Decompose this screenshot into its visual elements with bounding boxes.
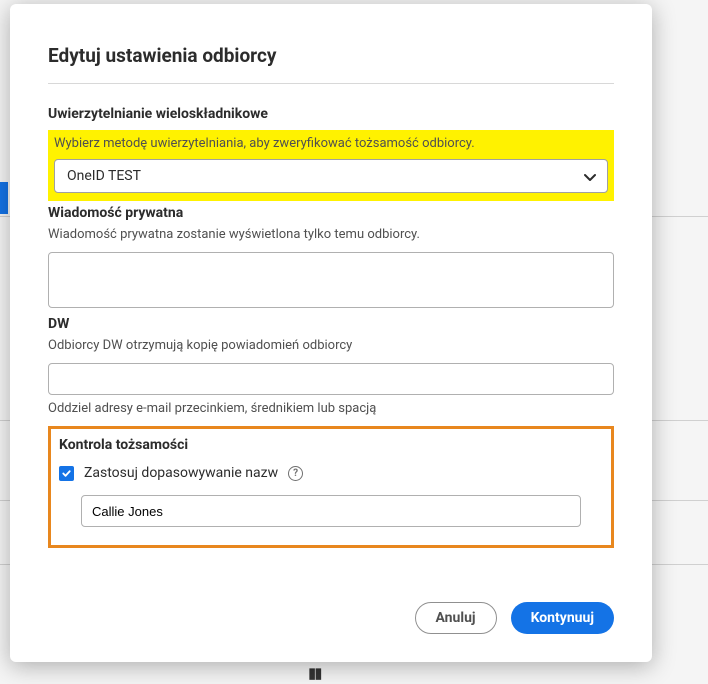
name-matching-checkbox-row: Zastosuj dopasowywanie nazw ? [59, 465, 603, 481]
name-matching-checkbox[interactable] [59, 466, 74, 481]
bg-decorative-figure: ▮▮ [308, 664, 321, 682]
cancel-button[interactable]: Anuluj [415, 602, 497, 634]
cc-hint: Odbiorcy DW otrzymują kopię powiadomień … [48, 338, 614, 353]
cc-section-label: DW [48, 316, 614, 332]
private-message-textarea[interactable] [48, 252, 614, 308]
private-msg-section-label: Wiadomość prywatna [48, 205, 614, 221]
private-msg-hint: Wiadomość prywatna zostanie wyświetlona … [48, 227, 614, 242]
auth-method-selected-value: OneID TEST [67, 168, 141, 184]
mfa-section-label: Uwierzytelnianie wieloskładnikowe [48, 106, 614, 122]
modal-title: Edytuj ustawienia odbiorcy [48, 44, 614, 67]
modal-footer-buttons: Anuluj Kontynuuj [48, 602, 614, 634]
help-icon[interactable]: ? [288, 466, 303, 481]
continue-button[interactable]: Kontynuuj [511, 602, 614, 634]
bg-active-tab-indicator [0, 182, 8, 214]
mfa-select-wrap: OneID TEST [54, 159, 608, 193]
name-input-wrap [59, 495, 603, 527]
checkmark-icon [61, 468, 72, 479]
name-matching-label: Zastosuj dopasowywanie nazw [84, 465, 278, 481]
cc-below-hint: Oddziel adresy e-mail przecinkiem, średn… [48, 401, 614, 416]
identity-section-label: Kontrola tożsamości [59, 437, 603, 453]
title-divider [48, 83, 614, 84]
mfa-highlight-region: Wybierz metodę uwierzytelniania, aby zwe… [48, 130, 614, 201]
auth-method-select[interactable]: OneID TEST [54, 159, 608, 193]
edit-recipient-settings-modal: Edytuj ustawienia odbiorcy Uwierzytelnia… [10, 4, 652, 662]
name-matching-input[interactable] [81, 495, 581, 527]
identity-control-highlight-region: Kontrola tożsamości Zastosuj dopasowywan… [48, 426, 614, 548]
mfa-hint: Wybierz metodę uwierzytelniania, aby zwe… [54, 136, 608, 151]
cc-input[interactable] [48, 363, 614, 395]
